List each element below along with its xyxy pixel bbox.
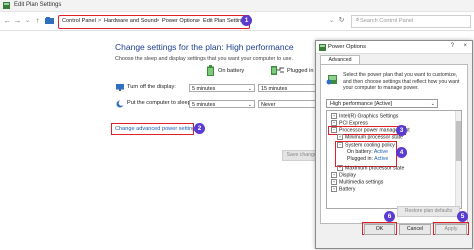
chevron-down-icon: ⌄ [247, 102, 252, 108]
expand-icon[interactable]: + [337, 134, 343, 140]
expand-icon[interactable]: + [331, 172, 337, 178]
expand-icon[interactable]: + [331, 179, 337, 185]
on-battery-value[interactable]: Active [374, 149, 388, 155]
tree-item-multimedia[interactable]: + Multimedia settings [331, 179, 383, 185]
crumb-separator: > [197, 18, 201, 24]
tree-item-max-state[interactable]: + Maximum processor state [337, 165, 404, 171]
turn-off-display-label: Turn off the display: [127, 84, 176, 90]
power-options-dialog: Power Options ? × Advanced settings Sele… [315, 40, 473, 249]
tree-item-display[interactable]: + Display [331, 172, 356, 178]
window-titlebar: Edit Plan Settings [0, 0, 474, 12]
plan-select[interactable]: High performance [Active] ⌄ [326, 99, 438, 108]
tree-item-cooling-policy[interactable]: − System cooling policy [337, 142, 395, 148]
refresh-icon[interactable]: ↻ [337, 16, 346, 26]
help-icon[interactable]: ? [451, 43, 454, 49]
sleep-label: Put the computer to sleep: [127, 100, 193, 106]
dialog-titlebar: Power Options ? × [316, 41, 472, 54]
tree-item-on-battery[interactable]: On battery: Active [347, 149, 388, 155]
restore-plan-defaults-button[interactable]: Restore plan defaults [397, 206, 460, 217]
expand-icon[interactable]: + [331, 186, 337, 192]
tree-item-label: Battery [339, 186, 356, 193]
step-badge-1: 1 [241, 15, 252, 26]
battery-icon [207, 65, 214, 78]
tree-item-label: Intel(R) Graphics Settings [339, 113, 399, 120]
tree-item-label: Display [339, 172, 357, 179]
page-title: Change settings for the plan: High perfo… [115, 42, 294, 52]
plugged-in-icon [271, 64, 285, 78]
power-plan-icon [326, 73, 338, 87]
tree-item-plugged-in[interactable]: Plugged in: Active [347, 156, 388, 162]
expand-icon[interactable]: + [337, 165, 343, 171]
display-battery-select[interactable]: 5 minutes ⌄ [189, 84, 255, 92]
step-badge-2: 2 [194, 123, 205, 134]
chevron-down-icon: ⌄ [247, 86, 252, 92]
display-plugged-value: 15 minutes [261, 86, 288, 92]
tree-item-label: Minimum processor state [345, 134, 403, 141]
column-on-battery: On battery [218, 68, 245, 74]
display-icon [116, 84, 124, 93]
collapse-icon[interactable]: − [337, 142, 343, 148]
sleep-battery-select[interactable]: 5 minutes ⌄ [189, 100, 255, 108]
tree-item-label: System cooling policy [345, 142, 395, 149]
apply-button[interactable]: Apply [435, 224, 467, 235]
crumb-hardware-and-sound[interactable]: Hardware and Sound [104, 18, 157, 24]
recent-chevron-icon[interactable]: ⌄ [23, 16, 32, 26]
back-arrow-icon[interactable]: ← [3, 16, 12, 26]
crumb-control-panel[interactable]: Control Panel [62, 18, 96, 24]
breadcrumb: Control Panel > Hardware and Sound > Pow… [58, 15, 250, 29]
tree-item-intel-graphics[interactable]: + Intel(R) Graphics Settings [331, 113, 398, 119]
display-battery-value: 5 minutes [192, 86, 216, 92]
power-options-icon [319, 44, 326, 53]
page-subtitle: Choose the sleep and display settings th… [115, 56, 293, 62]
tree-item-label: Maximum processor state [345, 165, 405, 172]
search-placeholder: Search Control Panel [360, 18, 414, 24]
expand-icon[interactable]: + [331, 113, 337, 119]
step-badge-4: 4 [396, 147, 407, 158]
control-panel-folder-icon [45, 16, 54, 26]
left-pane [0, 31, 104, 250]
tree-item-battery[interactable]: + Battery [331, 186, 355, 192]
chevron-down-icon: ⌄ [430, 101, 435, 107]
sleep-battery-value: 5 minutes [192, 102, 216, 108]
address-bar: ← → ⌄ ↑ Control Panel > Hardware and Sou… [0, 12, 474, 31]
collapse-icon[interactable]: − [331, 127, 337, 133]
tree-item-label: Plugged in: [347, 156, 373, 162]
crumb-separator: > [156, 18, 160, 24]
close-icon[interactable]: × [463, 43, 467, 49]
tree-scrollbar[interactable] [455, 111, 461, 208]
step-badge-5: 5 [457, 211, 468, 222]
dialog-description: Select the power plan that you want to c… [343, 72, 460, 91]
ok-button[interactable]: OK [364, 224, 395, 235]
sleep-moon-icon [116, 100, 125, 110]
tree-item-label: On battery: [347, 149, 373, 155]
crumb-power-options[interactable]: Power Options [162, 18, 199, 24]
scrollbar-thumb[interactable] [456, 121, 461, 161]
plugged-in-value[interactable]: Active [374, 156, 388, 162]
window-app-icon [3, 2, 10, 9]
forward-arrow-icon[interactable]: → [13, 16, 22, 26]
window-title: Edit Plan Settings [14, 2, 62, 8]
change-advanced-settings-link[interactable]: Change advanced power settings [115, 126, 198, 132]
tree-item-min-state[interactable]: + Minimum processor state [337, 134, 403, 140]
dialog-title: Power Options [328, 44, 367, 50]
sleep-plugged-value: Never [261, 102, 276, 108]
dropdown-chevron-icon[interactable]: ⌄ [327, 16, 336, 26]
tree-item-label: Multimedia settings [339, 179, 384, 186]
up-arrow-icon[interactable]: ↑ [33, 16, 42, 26]
crumb-separator: > [98, 18, 102, 24]
plan-select-value: High performance [Active] [330, 101, 393, 107]
cancel-button[interactable]: Cancel [399, 224, 431, 235]
settings-tree[interactable]: + Intel(R) Graphics Settings + PCI Express… [326, 110, 462, 209]
step-badge-3: 3 [396, 125, 407, 136]
search-input[interactable]: ⌕ Search Control Panel [351, 15, 471, 28]
column-plugged-in: Plugged in [287, 68, 314, 74]
step-badge-6: 6 [384, 211, 395, 222]
